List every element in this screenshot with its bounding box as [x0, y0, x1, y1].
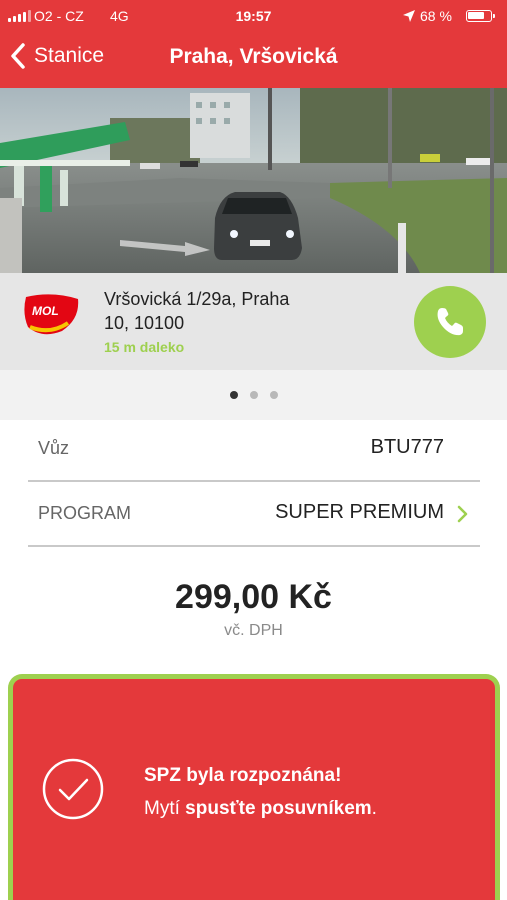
program-row[interactable]: PROGRAM SUPER PREMIUM	[28, 483, 480, 547]
back-button[interactable]: Stanice	[10, 42, 104, 70]
notice-text-part2: .	[371, 798, 377, 819]
program-label: PROGRAM	[38, 503, 132, 523]
address-line-2: 10, 10100	[104, 313, 185, 333]
carousel-dot-3[interactable]	[269, 391, 278, 399]
address-line-1: Vršovická 1/29a, Praha	[104, 289, 290, 309]
carousel-dot-2[interactable]	[249, 391, 258, 399]
notice-text-part1: Mytí	[144, 798, 186, 819]
carousel-dot-1[interactable]	[229, 391, 238, 399]
plate-recognized-panel: SPZ byla rozpoznána! Mytí spusťte posuvn…	[8, 674, 500, 900]
chevron-left-icon	[11, 43, 25, 69]
price-amount: 299,00 Kč	[175, 578, 332, 616]
notice-title: SPZ byla rozpoznána!	[144, 765, 342, 786]
battery-icon	[466, 10, 495, 22]
location-arrow-icon	[403, 10, 415, 22]
station-address: Vršovická 1/29a, Praha 10, 10100	[104, 287, 334, 335]
program-value: SUPER PREMIUM	[275, 501, 444, 523]
vat-note: vč. DPH	[224, 622, 283, 639]
call-button[interactable]	[414, 286, 486, 358]
station-photo-image	[0, 88, 507, 273]
station-photo[interactable]	[0, 88, 507, 273]
status-bar: O2 - CZ 4G 19:57 68 %	[0, 0, 507, 32]
car-label: Vůz	[38, 438, 70, 458]
station-info: MOL Vršovická 1/29a, Praha 10, 10100 15 …	[0, 273, 507, 370]
back-label: Stanice	[34, 44, 105, 67]
battery-percent: 68 %	[420, 8, 452, 24]
checkmark-circle-icon	[42, 758, 104, 820]
navigation-bar: Stanice Praha, Vršovická	[0, 32, 507, 88]
chevron-right-icon	[457, 505, 468, 523]
car-row: Vůz BTU777	[28, 418, 480, 482]
notice-text: Mytí spusťte posuvníkem.	[144, 798, 377, 820]
mol-logo: MOL	[24, 294, 79, 335]
notice-text-bold: spusťte posuvníkem	[185, 798, 372, 819]
header-bar: O2 - CZ 4G 19:57 68 % Stanice Praha, Vrš…	[0, 0, 507, 88]
carousel-indicator	[0, 370, 507, 420]
svg-text:MOL: MOL	[32, 304, 59, 318]
phone-icon	[437, 308, 463, 336]
distance-label: 15 m daleko	[104, 339, 185, 355]
car-plate-value: BTU777	[370, 436, 444, 458]
